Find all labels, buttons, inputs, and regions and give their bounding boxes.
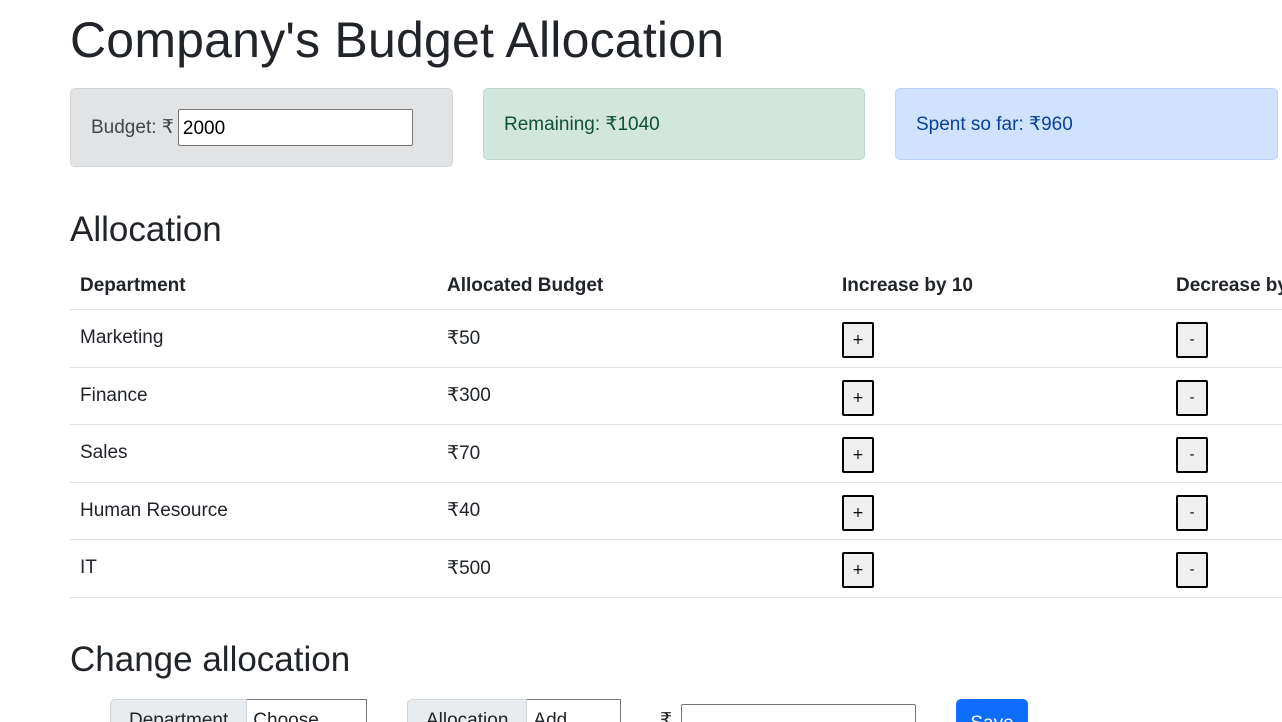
- department-select[interactable]: Choose... ⌄: [247, 699, 368, 722]
- allocation-input-group: Allocation Add ⌄: [407, 699, 622, 722]
- allocated-budget-cell: ₹40: [437, 482, 832, 540]
- increase-button[interactable]: +: [842, 437, 874, 474]
- increase-button[interactable]: +: [842, 322, 874, 359]
- department-cell: Human Resource: [70, 482, 437, 540]
- table-row: Finance ₹300 + -: [70, 367, 1282, 425]
- decrease-button[interactable]: -: [1176, 437, 1208, 474]
- budget-app: Company's Budget Allocation Budget: ₹ Re…: [0, 0, 1282, 722]
- allocation-table: Department Allocated Budget Increase by …: [70, 262, 1282, 598]
- budget-card: Budget: ₹: [70, 88, 453, 167]
- decrease-button[interactable]: -: [1176, 494, 1208, 531]
- table-row: Sales ₹70 + -: [70, 424, 1282, 483]
- allocation-heading: Allocation: [70, 210, 222, 249]
- allocation-select-value: Add: [533, 710, 568, 722]
- spent-text: Spent so far: ₹960: [916, 113, 1073, 135]
- change-allocation-heading: Change allocation: [70, 640, 351, 679]
- allocated-budget-cell: ₹300: [437, 367, 832, 425]
- allocated-budget-cell: ₹50: [437, 309, 832, 368]
- table-header-row: Department Allocated Budget Increase by …: [70, 262, 1282, 310]
- decrease-button[interactable]: -: [1176, 322, 1208, 359]
- spent-card: Spent so far: ₹960: [895, 88, 1278, 160]
- column-header-department: Department: [70, 262, 437, 310]
- chevron-down-icon: ⌄: [345, 714, 358, 722]
- increase-button[interactable]: +: [842, 552, 874, 589]
- allocation-label: Allocation: [407, 699, 528, 722]
- department-label: Department: [110, 699, 248, 722]
- budget-label: Budget: ₹: [91, 117, 174, 138]
- department-cell: Sales: [70, 424, 437, 483]
- table-row: IT ₹500 + -: [70, 539, 1282, 598]
- department-select-value: Choose...: [253, 710, 335, 722]
- amount-input[interactable]: [681, 704, 916, 722]
- increase-button[interactable]: +: [842, 494, 874, 531]
- table-row: Marketing ₹50 + -: [70, 309, 1282, 368]
- allocated-budget-cell: ₹70: [437, 424, 832, 483]
- table-row: Human Resource ₹40 + -: [70, 482, 1282, 540]
- page-title: Company's Budget Allocation: [70, 12, 725, 68]
- decrease-button[interactable]: -: [1176, 552, 1208, 589]
- change-allocation-form: Department Choose... ⌄ Allocation Add ⌄ …: [0, 699, 1282, 722]
- save-button[interactable]: Save: [956, 699, 1028, 722]
- allocated-budget-cell: ₹500: [437, 539, 832, 598]
- column-header-decrease: Decrease by 10: [1166, 262, 1282, 310]
- currency-symbol: ₹: [660, 710, 673, 722]
- increase-button[interactable]: +: [842, 379, 874, 416]
- column-header-increase: Increase by 10: [832, 262, 1166, 310]
- allocation-type-select[interactable]: Add ⌄: [527, 699, 622, 722]
- remaining-card: Remaining: ₹1040: [483, 88, 865, 160]
- remaining-text: Remaining: ₹1040: [504, 113, 660, 135]
- budget-input[interactable]: [177, 109, 413, 146]
- column-header-allocated-budget: Allocated Budget: [437, 262, 832, 310]
- department-input-group: Department Choose... ⌄: [110, 699, 368, 722]
- department-cell: IT: [70, 539, 437, 598]
- department-cell: Marketing: [70, 309, 437, 368]
- department-cell: Finance: [70, 367, 437, 425]
- decrease-button[interactable]: -: [1176, 379, 1208, 416]
- chevron-down-icon: ⌄: [599, 714, 612, 722]
